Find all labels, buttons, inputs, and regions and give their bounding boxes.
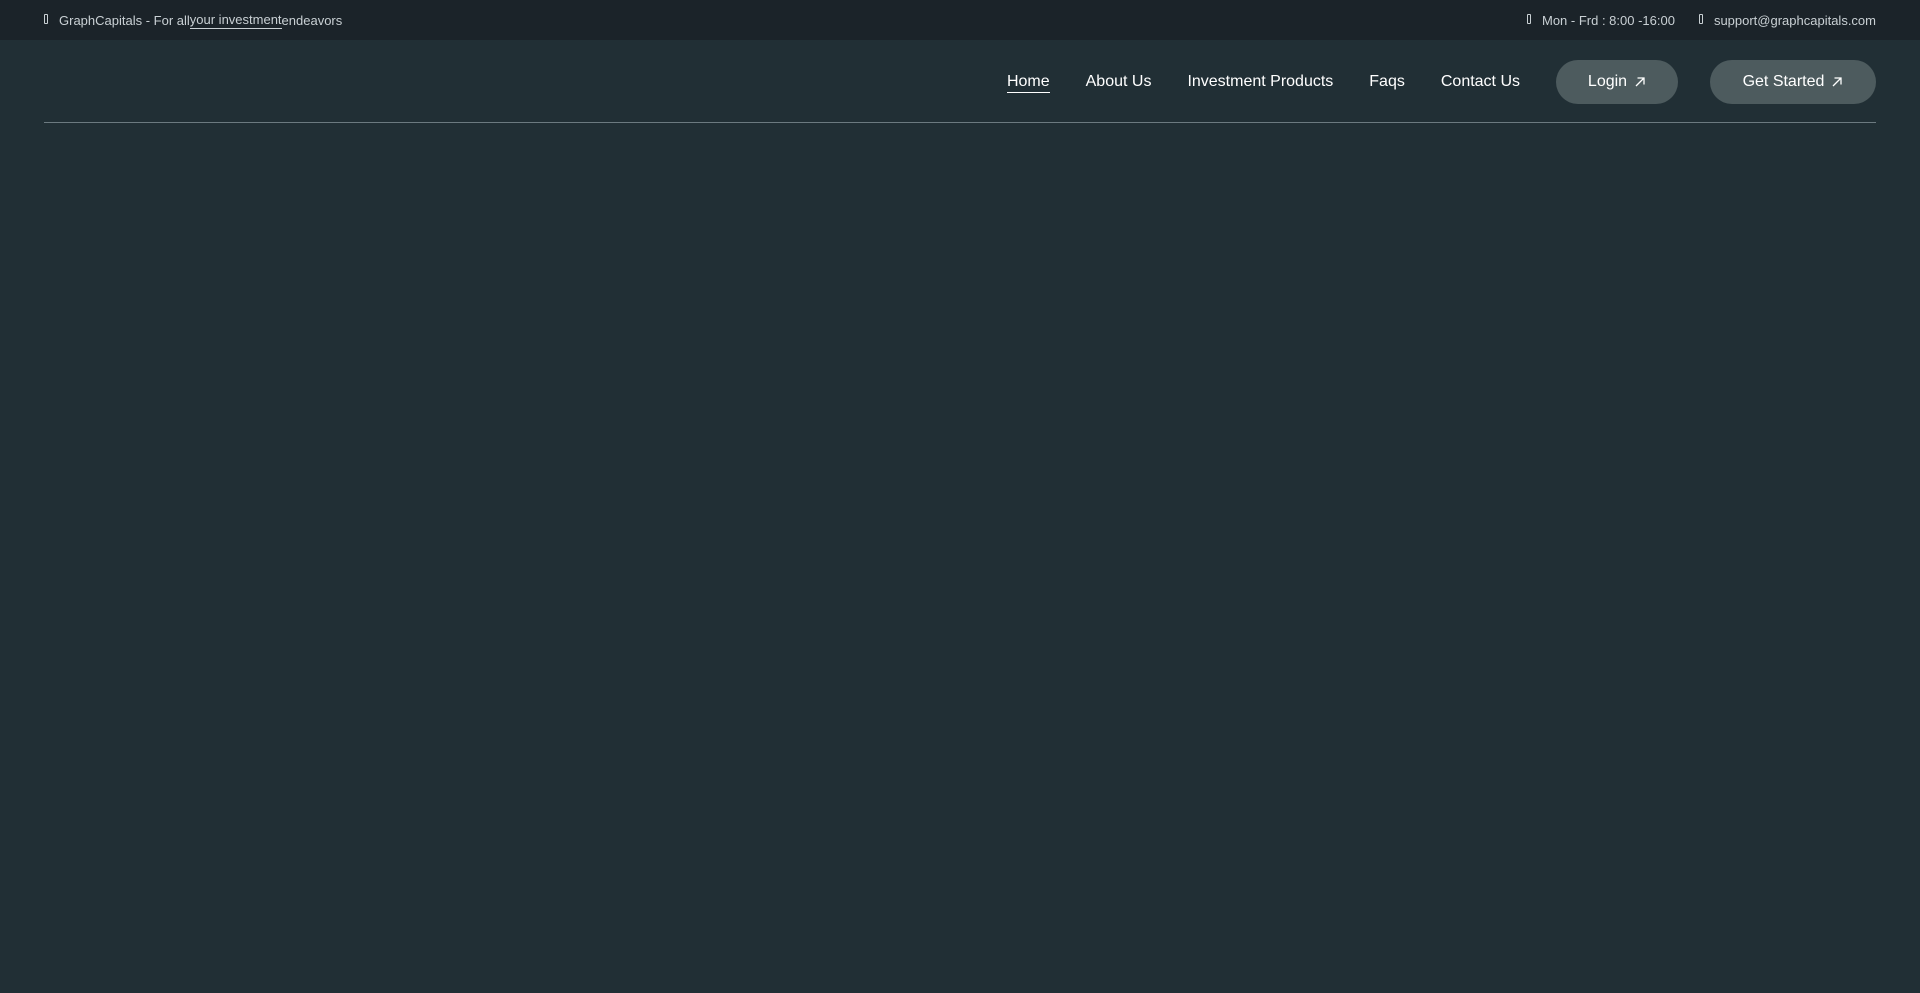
email-text[interactable]: support@graphcapitals.com [1714, 13, 1876, 28]
business-hours: Mon - Frd : 8:00 -16:00 [1526, 12, 1675, 28]
contact-info: Mon - Frd : 8:00 -16:00 support@graphcap… [1503, 13, 1876, 28]
envelope-icon [1698, 14, 1703, 24]
nav-investment-products[interactable]: Investment Products [1187, 72, 1333, 92]
tagline-suffix: endeavors [281, 12, 343, 28]
clock-icon [1526, 14, 1531, 24]
get-started-label: Get Started [1742, 73, 1825, 90]
arrow-up-right-icon [1635, 77, 1645, 87]
info-icon [44, 14, 48, 24]
main-nav: Home About Us Investment Products Faqs C… [1006, 60, 1876, 104]
tagline-prefix: GraphCapitals - For all [59, 12, 190, 28]
tagline-link[interactable]: your investment [189, 12, 282, 29]
hours-text: Mon - Frd : 8:00 -16:00 [1541, 12, 1675, 28]
get-started-button[interactable]: Get Started [1710, 60, 1876, 104]
nav-about-us[interactable]: About Us [1086, 72, 1152, 92]
login-label: Login [1587, 73, 1628, 90]
support-email[interactable]: support@graphcapitals.com [1698, 13, 1876, 28]
login-button[interactable]: Login [1556, 60, 1678, 104]
nav-home[interactable]: Home [1006, 72, 1050, 93]
arrow-up-right-icon [1832, 77, 1843, 87]
top-info-bar: GraphCapitals - For all your investment … [0, 0, 1920, 40]
site-header: Home About Us Investment Products Faqs C… [44, 40, 1876, 123]
tagline: GraphCapitals - For all your investment … [44, 12, 342, 29]
nav-contact-us[interactable]: Contact Us [1441, 72, 1520, 92]
nav-faqs[interactable]: Faqs [1369, 72, 1405, 92]
